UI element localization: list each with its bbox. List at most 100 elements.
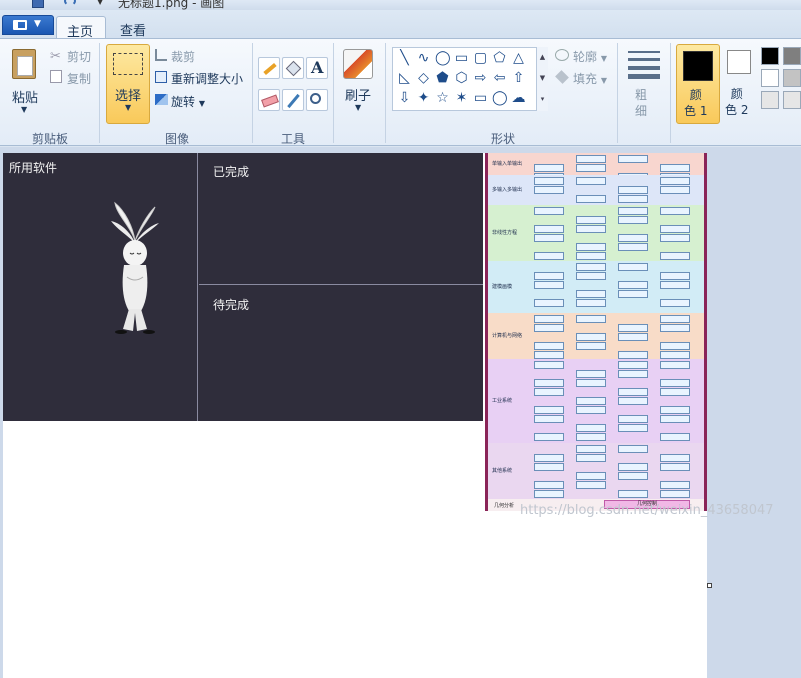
color1-swatch (683, 51, 713, 81)
canvas-resize-handle[interactable] (707, 583, 712, 588)
mindmap-node (618, 490, 648, 498)
brushes-button[interactable]: 刷子 ▼ (340, 45, 378, 123)
left-arrow-icon[interactable]: ⇦ (492, 71, 507, 86)
mindmap-node (534, 234, 564, 242)
mindmap-section: 工业系统 (488, 359, 704, 443)
rounded-rectangle-icon[interactable]: ▢ (473, 51, 488, 66)
mindmap-node (534, 433, 564, 441)
mindmap-section-label: 非线性方程 (492, 230, 518, 236)
right-triangle-icon[interactable]: ◺ (397, 71, 412, 86)
mindmap-node (576, 216, 606, 224)
right-arrow-icon[interactable]: ⇨ (473, 71, 488, 86)
mindmap-node (576, 299, 606, 307)
mindmap-node (618, 195, 648, 203)
diamond-icon[interactable]: ◇ (416, 71, 431, 86)
group-divider (99, 43, 100, 143)
paste-button[interactable]: 粘贴 ▼ (4, 45, 44, 123)
fill-dropdown[interactable]: 填充 ▼ (573, 70, 607, 87)
hexagon-icon[interactable]: ⬡ (454, 71, 469, 86)
mindmap-node (660, 272, 690, 280)
up-arrow-icon[interactable]: ⇧ (511, 71, 526, 86)
text-button[interactable]: A (306, 57, 328, 79)
mindmap-node (534, 177, 564, 185)
scissors-icon: ✂ (50, 49, 61, 64)
palette-swatch[interactable] (761, 69, 779, 87)
mindmap-node (576, 177, 606, 185)
cut-button[interactable]: 剪切 (67, 48, 91, 65)
resize-button[interactable]: 重新调整大小 (171, 70, 243, 87)
mindmap-node (576, 272, 606, 280)
color1-button[interactable]: 颜 色 1 (676, 44, 720, 124)
color2-button[interactable]: 颜 色 2 (723, 44, 757, 124)
color2-swatch (727, 50, 751, 74)
cloud-callout-icon[interactable]: ☁ (511, 91, 526, 106)
rounded-callout-icon[interactable]: ▭ (473, 91, 488, 106)
mindmap-node (660, 463, 690, 471)
select-button[interactable]: 选择 ▼ (106, 44, 150, 124)
text-icon: A (311, 58, 324, 77)
app-menu-button[interactable]: ▼ (2, 15, 54, 35)
color-picker-button[interactable] (282, 89, 304, 111)
mindmap-section: 其他系统 (488, 443, 704, 499)
gallery-scrollbar[interactable]: ▲ ▼ ▾ (536, 47, 548, 111)
palette-swatch[interactable] (761, 91, 779, 109)
drawing-canvas[interactable]: 所用软件 已完成 待完成 单输入单输出 多输入多输出 非线性方程 建模画模 计算… (3, 153, 707, 678)
pencil-button[interactable] (258, 57, 280, 79)
crop-button[interactable]: 裁剪 (171, 48, 195, 65)
title-bar: ▼ 无标题1.png - 画图 (0, 0, 801, 10)
chevron-down-icon: ▼ (198, 99, 205, 108)
four-point-star-icon[interactable]: ✦ (416, 91, 431, 106)
color1-label: 颜 色 1 (684, 88, 708, 118)
pentagon-icon[interactable]: ⬟ (435, 71, 450, 86)
mindmap-node (618, 216, 648, 224)
triangle-icon[interactable]: △ (511, 51, 526, 66)
mindmap-node (534, 272, 564, 280)
copy-button[interactable]: 复制 (67, 70, 91, 87)
mindmap-node (534, 207, 564, 215)
eraser-icon (261, 94, 279, 108)
customize-toolbar-icon[interactable]: ▼ (97, 0, 103, 6)
mindmap-node (660, 342, 690, 350)
line-icon[interactable]: ╲ (397, 51, 412, 66)
mindmap-node (534, 225, 564, 233)
outline-dropdown[interactable]: 轮廓 ▼ (573, 48, 607, 65)
tab-home[interactable]: 主页 (56, 16, 106, 40)
oval-icon[interactable]: ◯ (435, 51, 451, 66)
undo-icon[interactable] (64, 0, 76, 6)
rotate-button[interactable]: 旋转 ▼ (171, 93, 205, 110)
eraser-button[interactable] (258, 89, 280, 111)
five-point-star-icon[interactable]: ☆ (435, 91, 450, 106)
mindmap-node (534, 361, 564, 369)
mindmap-section-label: 计算机与网络 (492, 333, 523, 339)
mindmap-node (576, 290, 606, 298)
select-label: 选择 (115, 89, 142, 104)
palette-swatch[interactable] (783, 47, 801, 65)
tab-view[interactable]: 查看 (110, 16, 160, 39)
mindmap-node (576, 454, 606, 462)
curve-icon[interactable]: ∿ (416, 51, 431, 66)
size-button[interactable]: 粗 细 (622, 45, 666, 125)
oval-callout-icon[interactable]: ◯ (492, 91, 508, 106)
mindmap-node (576, 472, 606, 480)
board-column-software: 所用软件 (3, 153, 198, 421)
mindmap-node (576, 225, 606, 233)
save-icon[interactable] (32, 0, 44, 8)
chevron-down-icon: ▼ (600, 76, 607, 85)
rectangle-icon[interactable]: ▭ (454, 51, 469, 66)
palette-swatch[interactable] (761, 47, 779, 65)
mindmap-node (576, 342, 606, 350)
mindmap-node (576, 243, 606, 251)
ribbon: 粘贴 ▼ ✂ 剪切 复制 剪贴板 选择 ▼ 裁剪 重新调整大小 旋转 ▼ 图像 … (0, 38, 801, 146)
six-point-star-icon[interactable]: ✶ (454, 91, 469, 106)
mindmap-node (660, 186, 690, 194)
palette-swatch[interactable] (783, 69, 801, 87)
rotate-label: 旋转 (171, 95, 196, 109)
mindmap-node (534, 415, 564, 423)
fill-button[interactable] (282, 57, 304, 79)
rotate-icon (155, 94, 168, 105)
polygon-icon[interactable]: ⬠ (492, 51, 507, 66)
down-arrow-icon[interactable]: ⇩ (397, 91, 412, 106)
size-label: 粗 细 (635, 88, 648, 118)
palette-swatch[interactable] (783, 91, 801, 109)
magnifier-button[interactable] (306, 89, 328, 111)
